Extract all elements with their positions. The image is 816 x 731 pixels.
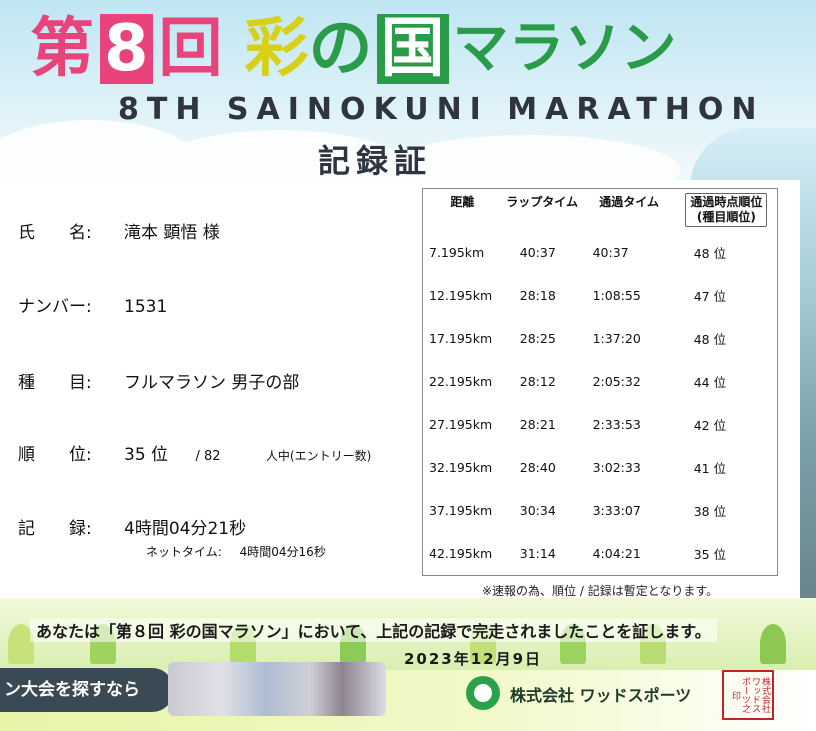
issue-date: 2023年12月9日 [404,650,543,668]
header-rank-line2: (種目順位) [696,210,756,224]
header-rank: 通過時点順位 (種目順位) [676,189,778,232]
split-pass-time: 3:33:07 [592,503,641,518]
split-distance: 17.195km [429,331,493,346]
split-lap-time: 28:40 [519,460,556,475]
split-lap-time: 30:34 [519,503,556,518]
company-seal: 株式会社ワッドスポーツ之印 [722,670,774,720]
split-pass-time: 2:05:32 [592,374,641,389]
split-pass-time: 1:08:55 [592,288,641,303]
name-label: 氏 名: [18,223,92,243]
ad-banner: ン大会を探すなら [0,668,174,712]
split-lap-time: 40:37 [519,245,556,260]
split-row: 37.195km 30:34 3:33:07 38 位 [423,489,778,532]
split-lap-time: 28:18 [519,288,556,303]
number-label: ナンバー: [18,297,92,317]
event-title: 第 8 回 彩 の 国 マラソン [30,14,677,84]
split-row: 42.195km 31:14 4:04:21 35 位 [423,532,778,576]
split-header-row: 距離 ラップタイム 通過タイム 通過時点順位 (種目順位) [423,189,778,232]
split-row: 22.195km 28:12 2:05:32 44 位 [423,360,778,403]
title-kai: 回 [158,12,223,86]
split-rank: 41 位 [693,461,727,476]
split-body: 7.195km 40:37 40:37 48 位 12.195km 28:18 1:08:5… [423,231,778,576]
split-pass-time: 3:02:33 [592,460,641,475]
split-rank: 48 位 [693,246,727,261]
rank-total: / 82 [195,449,221,464]
number-value: 1531 [124,297,168,317]
split-rank: 48 位 [693,332,727,347]
split-rank: 44 位 [693,375,727,390]
split-distance: 32.195km [429,460,493,475]
split-times-table: 距離 ラップタイム 通過タイム 通過時点順位 (種目順位) 7.195km 40:3… [422,188,778,576]
title-sai: 彩 [244,12,309,86]
header-lap-time: ラップタイム [506,195,579,209]
split-row: 12.195km 28:18 1:08:55 47 位 [423,274,778,317]
subtitle: 8TH SAINOKUNI MARATHON [118,92,765,127]
event-value: フルマラソン 男子の部 [124,373,300,393]
company-logo-icon [466,676,500,710]
split-distance: 22.195km [429,374,493,389]
logo-inner [474,684,492,702]
event-label: 種 目: [18,373,92,393]
split-distance: 12.195km [429,288,493,303]
name-value: 滝本 顕悟 様 [124,223,220,243]
split-rank: 47 位 [693,289,727,304]
net-time-value: 4時間04分16秒 [239,545,326,559]
split-distance: 42.195km [429,546,493,561]
title-kuni: 国 [376,14,449,84]
split-lap-time: 28:21 [519,417,556,432]
split-rank: 35 位 [693,547,727,562]
split-lap-time: 28:25 [519,331,556,346]
split-lap-time: 28:12 [519,374,556,389]
completion-statement: あなたは「第８回 彩の国マラソン」において、上記の記録で完走されましたことを証し… [30,618,717,642]
net-time-label: ネットタイム: [146,545,222,559]
title-no: の [308,12,373,86]
event-row: 種 目: フルマラソン 男子の部 [18,368,299,393]
split-rank: 42 位 [693,418,727,433]
tree-shape [760,624,786,664]
title-dai: 第 [30,12,94,86]
split-row: 7.195km 40:37 40:37 48 位 [423,231,778,274]
split-row: 32.195km 28:40 3:02:33 41 位 [423,446,778,489]
record-value: 4時間04分21秒 [124,519,247,539]
title-number: 8 [100,14,153,84]
blurred-area [168,662,386,716]
split-pass-time: 40:37 [592,245,629,260]
header-rank-line1: 通過時点順位 [690,195,763,209]
split-pass-time: 2:33:53 [592,417,641,432]
record-row: 記 録: 4時間04分21秒 [18,514,246,539]
split-distance: 27.195km [429,417,493,432]
rank-row: 順 位: 35 位 / 82 人中(エントリー数) [18,440,371,465]
split-pass-time: 1:37:20 [592,331,641,346]
name-row: 氏 名: 滝本 顕悟 様 [18,218,220,243]
company-name: 株式会社 ワッドスポーツ [510,686,692,705]
header-rank-box: 通過時点順位 (種目順位) [685,193,768,227]
header-split-time: 通過タイム [599,195,660,209]
rank-label: 順 位: [18,445,92,465]
split-lap-time: 31:14 [519,546,556,561]
header-distance: 距離 [450,195,475,209]
title-marathon: マラソン [452,16,677,81]
rank-value: 35 位 [124,445,169,465]
net-time-row: ネットタイム: 4時間04分16秒 [146,543,326,560]
split-row: 27.195km 28:21 2:33:53 42 位 [423,403,778,446]
provisional-note: ※速報の為、順位 / 記録は暫定となります。 [482,584,719,598]
certificate-heading: 記録証 [318,142,433,180]
rank-suffix: 人中(エントリー数) [265,449,372,463]
record-label: 記 録: [18,519,92,539]
split-rank: 38 位 [693,504,727,519]
split-distance: 37.195km [429,503,493,518]
split-pass-time: 4:04:21 [592,546,641,561]
number-row: ナンバー: 1531 [18,292,167,317]
split-row: 17.195km 28:25 1:37:20 48 位 [423,317,778,360]
split-distance: 7.195km [429,245,485,260]
